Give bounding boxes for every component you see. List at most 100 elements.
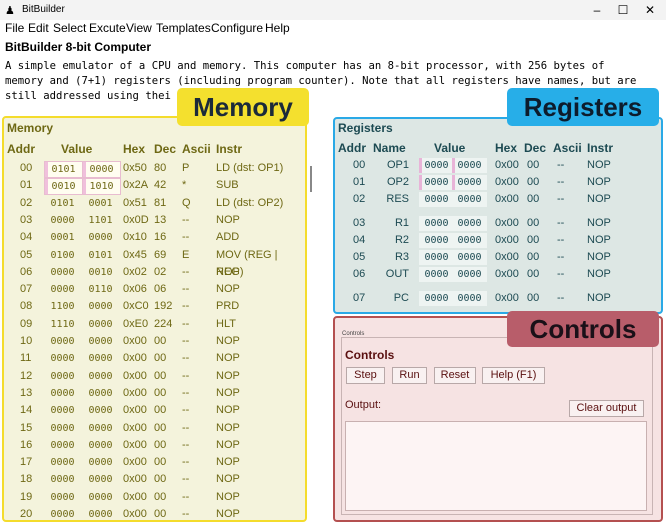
memory-value-high[interactable]: 0000 [44, 438, 81, 453]
memory-value-high[interactable]: 0000 [44, 472, 81, 487]
memory-value-high[interactable]: 0010 [44, 178, 83, 196]
memory-value-high[interactable]: 0101 [44, 161, 83, 178]
register-value-low[interactable]: 0000 [452, 267, 487, 282]
memory-value-low[interactable]: 0000 [82, 299, 119, 314]
memory-value-high[interactable]: 0000 [44, 455, 81, 470]
menu-help[interactable]: Help [265, 21, 290, 35]
memory-instr: NOP [216, 421, 240, 434]
memory-dec: 81 [154, 196, 167, 209]
memory-value-low[interactable]: 0110 [82, 282, 119, 297]
help-button[interactable]: Help (F1) [482, 367, 545, 384]
reset-button[interactable]: Reset [434, 367, 476, 384]
output-textarea[interactable] [345, 421, 647, 511]
memory-value-low[interactable]: 0101 [82, 248, 119, 263]
memory-value-high[interactable]: 0000 [44, 282, 81, 297]
memory-ascii: -- [182, 386, 190, 399]
memory-value-low[interactable]: 1101 [82, 213, 119, 228]
memory-value-low[interactable]: 1010 [82, 178, 121, 196]
memory-value-high[interactable]: 0000 [44, 265, 81, 280]
register-addr: 07 [353, 292, 366, 304]
memory-row: 04 0001 0000 0x10 16 -- ADD [4, 229, 305, 246]
memory-instr: LD (dst: OP1) [216, 162, 284, 174]
memory-value-low[interactable]: 0000 [82, 230, 119, 245]
memory-value-low[interactable]: 0000 [82, 403, 119, 418]
memory-panel: Memory Addr Value Hex Dec Ascii Instr 00… [2, 116, 307, 522]
register-value-low[interactable]: 0000 [452, 175, 487, 190]
register-value-low[interactable]: 0000 [452, 192, 487, 207]
memory-value-high[interactable]: 0000 [44, 403, 81, 418]
register-value-low[interactable]: 0000 [452, 216, 487, 231]
memory-value-low[interactable]: 0001 [82, 196, 119, 211]
memory-value-low[interactable]: 0010 [82, 265, 119, 280]
register-value-high[interactable]: 0000 [419, 233, 454, 248]
menu-configure[interactable]: Configure [211, 21, 263, 35]
memory-header-ascii: Ascii [182, 142, 211, 156]
run-button[interactable]: Run [392, 367, 427, 384]
memory-value-low[interactable]: 0000 [82, 455, 119, 470]
menu-templates[interactable]: Templates [156, 21, 211, 35]
memory-value-high[interactable]: 0001 [44, 230, 81, 245]
register-value-high[interactable]: 0000 [419, 216, 454, 231]
memory-value-low[interactable]: 0000 [82, 351, 119, 366]
memory-value-high[interactable]: 1100 [44, 299, 81, 314]
register-value-high[interactable]: 0000 [419, 175, 454, 190]
memory-row: 03 0000 1101 0x0D 13 -- NOP [4, 212, 305, 229]
register-value-low[interactable]: 0000 [452, 250, 487, 265]
memory-addr: 16 [20, 438, 33, 451]
menu-view[interactable]: View [126, 21, 152, 35]
register-row: 04 R2 0000 0000 0x00 00 -- NOP [335, 232, 661, 249]
panel-splitter[interactable] [310, 166, 312, 192]
memory-value-low[interactable]: 0000 [82, 317, 119, 332]
memory-instr: NOP [216, 473, 240, 486]
memory-value-low[interactable]: 0000 [82, 490, 119, 505]
memory-dec: 13 [154, 213, 167, 226]
memory-value-high[interactable]: 0000 [44, 421, 81, 436]
memory-value-high[interactable]: 0000 [44, 351, 81, 366]
memory-value-high[interactable]: 0101 [44, 196, 81, 211]
register-instr: NOP [587, 292, 611, 304]
memory-hex: 0x00 [123, 421, 147, 434]
register-name: OUT [385, 268, 409, 280]
register-value-high[interactable]: 0000 [419, 291, 454, 306]
memory-value-high[interactable]: 0000 [44, 386, 81, 401]
menu-select[interactable]: Select [53, 21, 86, 35]
menu-file[interactable]: File [5, 21, 24, 35]
memory-value-low[interactable]: 0000 [82, 161, 121, 178]
register-value-high[interactable]: 0000 [419, 192, 454, 207]
memory-value-high[interactable]: 0000 [44, 369, 81, 384]
memory-value-low[interactable]: 0000 [82, 421, 119, 436]
memory-dec: 06 [154, 283, 167, 296]
memory-value-high[interactable]: 0000 [44, 334, 81, 349]
memory-value-high[interactable]: 0000 [44, 213, 81, 228]
memory-value-low[interactable]: 0000 [82, 369, 119, 384]
memory-value-high[interactable]: 0100 [44, 248, 81, 263]
clear-output-button[interactable]: Clear output [569, 400, 644, 417]
memory-value-low[interactable]: 0000 [82, 438, 119, 453]
memory-value-low[interactable]: 0000 [82, 334, 119, 349]
memory-value-high[interactable]: 1110 [44, 317, 81, 332]
register-value-high[interactable]: 0000 [419, 267, 454, 282]
step-button[interactable]: Step [346, 367, 385, 384]
register-addr: 02 [353, 193, 366, 205]
memory-ascii: -- [182, 369, 190, 382]
menu-excute[interactable]: Excute [89, 21, 126, 35]
menu-bar: File Edit Select Excute View Templates C… [0, 20, 666, 36]
close-icon[interactable]: ✕ [637, 2, 663, 18]
memory-value-low[interactable]: 0000 [82, 507, 119, 520]
menu-edit[interactable]: Edit [28, 21, 49, 35]
maximize-icon[interactable]: ☐ [610, 2, 636, 18]
memory-value-high[interactable]: 0000 [44, 507, 81, 520]
register-value-high[interactable]: 0000 [419, 158, 454, 173]
register-value-high[interactable]: 0000 [419, 250, 454, 265]
output-label: Output: [345, 399, 382, 411]
memory-value-low[interactable]: 0000 [82, 386, 119, 401]
register-value-low[interactable]: 0000 [452, 233, 487, 248]
register-instr: NOP [587, 251, 611, 263]
minimize-icon[interactable]: – [584, 2, 610, 18]
memory-value-low[interactable]: 0000 [82, 472, 119, 487]
register-value-low[interactable]: 0000 [452, 291, 487, 306]
register-value-low[interactable]: 0000 [452, 158, 487, 173]
memory-instr: NOP [216, 352, 240, 365]
memory-addr: 19 [20, 490, 33, 503]
memory-value-high[interactable]: 0000 [44, 490, 81, 505]
